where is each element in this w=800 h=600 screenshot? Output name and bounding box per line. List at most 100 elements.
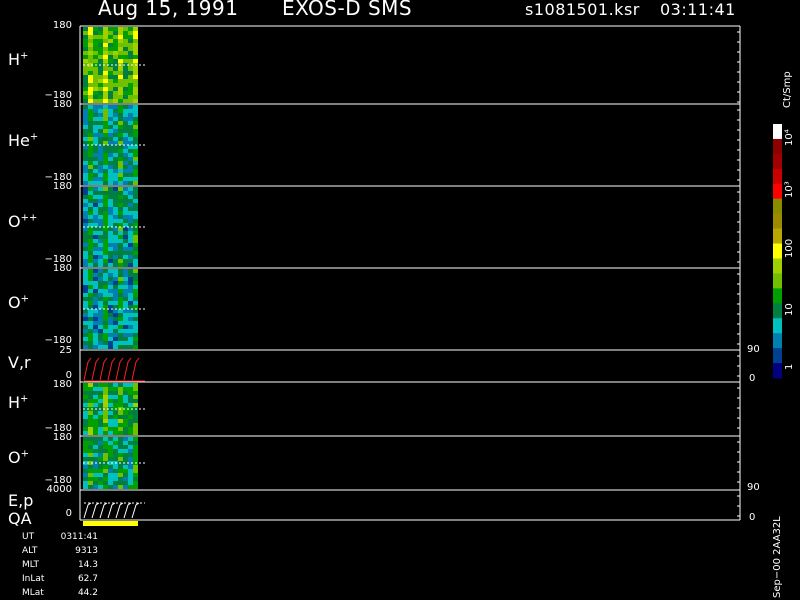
o-plusplus-cell [123, 223, 128, 227]
o-plus-2-cell [88, 457, 93, 461]
he-plus-cell [118, 169, 123, 173]
o-plus-cell [93, 317, 98, 321]
o-plusplus-cell [118, 223, 123, 227]
he-plus-cell [123, 145, 128, 149]
he-plus-cell [98, 105, 103, 109]
h-plus-cell [113, 75, 118, 79]
h-plus-2-cell [123, 423, 128, 427]
o-plus-cell [93, 301, 98, 305]
h-plus-2-cell [113, 403, 118, 407]
o-plus-cell [113, 325, 118, 329]
h-plus-2-cell [128, 419, 133, 423]
o-plusplus-cell [88, 263, 93, 267]
h-plus-cell [83, 71, 88, 75]
o-plus-cell [88, 341, 93, 345]
o-plus-2-cell [128, 469, 133, 473]
header-time: 03:11:41 [660, 0, 736, 19]
h-plus-cell [88, 79, 93, 83]
o-plus-cell [118, 301, 123, 305]
he-plus-cell [128, 157, 133, 161]
h-plus-2-cell [128, 423, 133, 427]
h-plus-cell [108, 95, 113, 99]
tick-top: 180 [52, 181, 72, 192]
o-plus-cell [113, 293, 118, 297]
h-plus-cell [118, 31, 123, 35]
o-plus-2-cell [88, 477, 93, 481]
colorbar-segment [773, 318, 782, 334]
o-plus-cell [108, 305, 113, 309]
o-plusplus-cell [133, 255, 138, 259]
colorbar-segment [773, 124, 782, 140]
h-plus-cell [83, 67, 88, 71]
h-plus-cell [88, 39, 93, 43]
o-plus-2-cell [88, 453, 93, 457]
o-plusplus-cell [93, 235, 98, 239]
he-plus-cell [93, 149, 98, 153]
o-plus-2-cell [118, 473, 123, 477]
colorbar-segment [773, 168, 782, 185]
o-plus-cell [113, 305, 118, 309]
o-plusplus-cell [128, 203, 133, 207]
o-plus-cell [133, 333, 138, 337]
o-plusplus-cell [113, 263, 118, 267]
he-plus-cell [103, 105, 108, 109]
h-plus-cell [108, 59, 113, 63]
o-plus-2-cell [93, 453, 98, 457]
h-plus-2-cell [108, 387, 113, 391]
o-plus-cell [128, 341, 133, 345]
h-plus-2-cell [98, 427, 103, 431]
he-plus-cell [98, 145, 103, 149]
o-plus-cell [123, 289, 128, 293]
o-plusplus-cell [113, 259, 118, 263]
o-plus-cell [113, 333, 118, 337]
o-plus-cell [108, 301, 113, 305]
h-plus-cell [118, 95, 123, 99]
o-plus-cell [118, 281, 123, 285]
o-plusplus-cell [118, 231, 123, 235]
h-plus-cell [88, 43, 93, 47]
h-plus-cell [118, 71, 123, 75]
o-plus-2-cell [108, 437, 113, 441]
he-plus-cell [83, 149, 88, 153]
h-plus-cell [108, 67, 113, 71]
h-plus-cell [123, 51, 128, 55]
header-file: s1081501.ksr [525, 0, 640, 19]
h-plus-2-cell [93, 411, 98, 415]
h-plus-2-cell [98, 395, 103, 399]
o-plus-cell [128, 337, 133, 341]
h-plus-cell [118, 83, 123, 87]
o-plusplus-cell [103, 215, 108, 219]
o-plusplus-cell [128, 243, 133, 247]
ep-trace [115, 502, 124, 519]
o-plusplus-cell [83, 203, 88, 207]
h-plus-cell [88, 71, 93, 75]
he-plus-cell [83, 177, 88, 181]
he-plus-cell [103, 161, 108, 165]
h-plus-cell [113, 91, 118, 95]
o-plusplus-cell [98, 191, 103, 195]
he-plus-cell [118, 129, 123, 133]
h-plus-cell [98, 79, 103, 83]
he-plus-cell [133, 165, 138, 169]
o-plus-2-cell [128, 445, 133, 449]
he-plus-cell [83, 137, 88, 141]
he-plus-cell [123, 141, 128, 145]
o-plus-2-cell [128, 453, 133, 457]
he-plus-cell [83, 141, 88, 145]
o-plusplus-cell [98, 199, 103, 203]
h-plus-cell [83, 59, 88, 63]
info-row: MLat 44.2 [22, 588, 98, 598]
he-plus-cell [108, 173, 113, 177]
he-plus-cell [133, 145, 138, 149]
h-plus-cell [98, 67, 103, 71]
h-plus-2-cell [118, 391, 123, 395]
o-plusplus-cell [133, 247, 138, 251]
o-plus-cell [93, 269, 98, 273]
he-plus-cell [108, 113, 113, 117]
o-plus-2-cell [118, 445, 123, 449]
h-plus-cell [108, 35, 113, 39]
h-plus-2-cell [103, 383, 108, 387]
h-plus-2-cell [83, 415, 88, 419]
o-plusplus-cell [123, 247, 128, 251]
o-plus-2-cell [108, 445, 113, 449]
